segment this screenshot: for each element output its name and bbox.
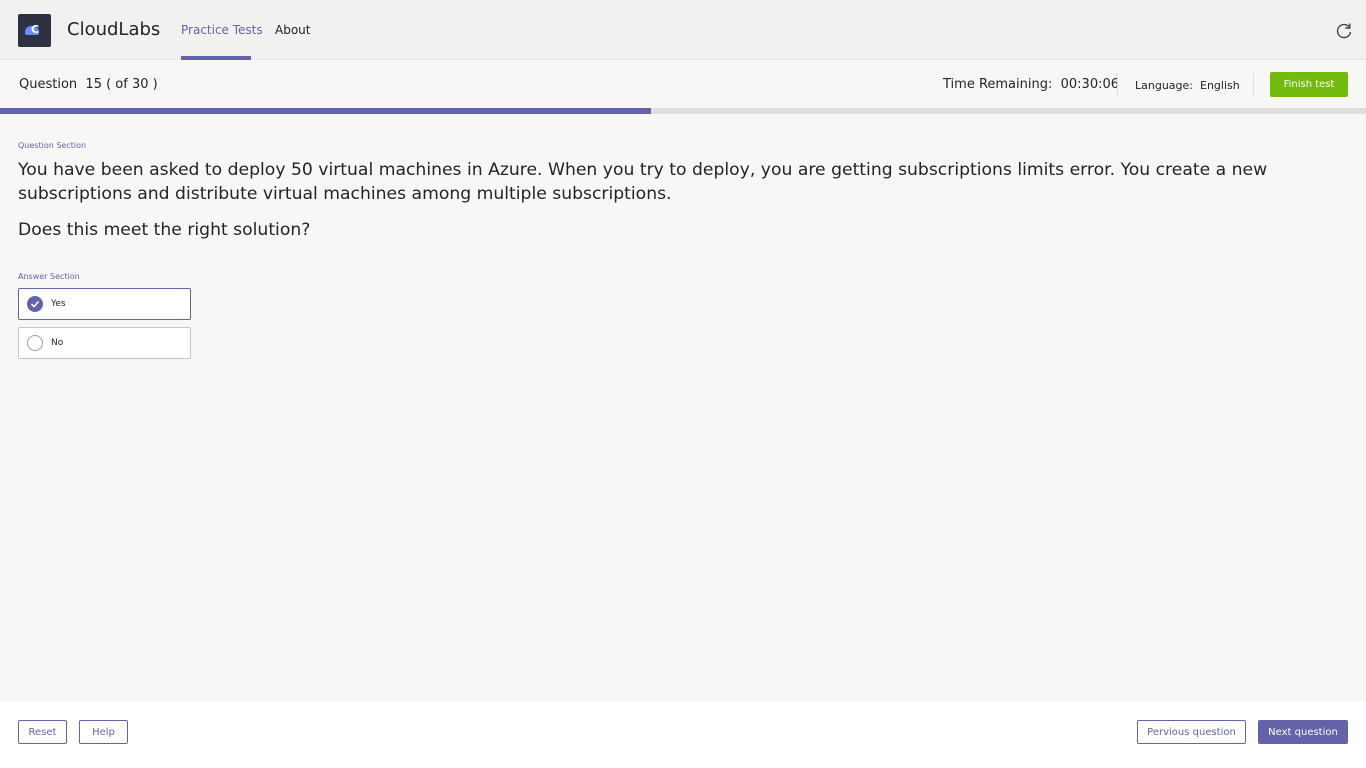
radio-checked-icon[interactable]	[27, 296, 43, 312]
tab-about[interactable]: About	[275, 23, 310, 37]
answer-section-label: Answer Section	[18, 272, 80, 281]
question-section-label: Question Section	[18, 141, 87, 150]
question-text: You have been asked to deploy 50 virtual…	[18, 160, 1268, 204]
help-button[interactable]: Help	[79, 720, 128, 744]
divider	[1117, 73, 1118, 97]
progress-fill	[0, 108, 652, 114]
top-nav-bar: C CloudLabs Practice Tests About	[0, 0, 1366, 60]
radio-unchecked-icon[interactable]	[27, 335, 43, 351]
answer-option-label: No	[51, 338, 64, 348]
next-question-button[interactable]: Next question	[1258, 720, 1348, 744]
answer-option-no[interactable]: No	[18, 327, 191, 359]
refresh-icon[interactable]	[1334, 21, 1354, 41]
cloudlabs-logo-icon: C	[18, 14, 51, 47]
app-title: CloudLabs	[67, 19, 161, 40]
reset-button[interactable]: Reset	[18, 720, 67, 744]
answer-option-yes[interactable]: Yes	[18, 288, 191, 320]
tab-practice-tests[interactable]: Practice Tests	[181, 23, 263, 37]
answer-option-label: Yes	[51, 299, 66, 309]
question-counter: Question 15 ( of 30 )	[19, 77, 158, 92]
time-remaining: Time Remaining: 00:30:06	[943, 77, 1120, 92]
question-prompt: Does this meet the right solution?	[18, 220, 311, 240]
previous-question-button[interactable]: Pervious question	[1137, 720, 1246, 744]
finish-test-button[interactable]: Finish test	[1270, 72, 1348, 97]
footer-bar: Reset Help Pervious question Next questi…	[0, 701, 1366, 768]
timer-value: 00:30:06	[1060, 77, 1120, 92]
progress-bar	[0, 108, 1366, 114]
language-indicator: Language: English	[1135, 79, 1240, 92]
question-header: Question 15 ( of 30 ) Time Remaining: 00…	[0, 60, 1366, 108]
divider	[1253, 73, 1254, 97]
